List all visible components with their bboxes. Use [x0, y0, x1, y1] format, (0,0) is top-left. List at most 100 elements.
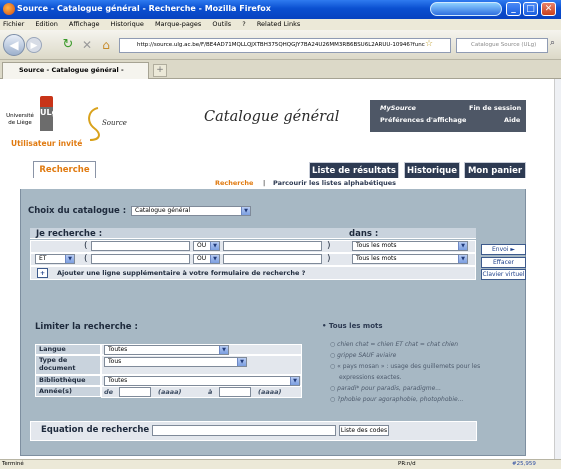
menu-help[interactable]: ? [242, 20, 245, 28]
help-line-3b: expressions exactes. [339, 374, 402, 381]
end-session-link[interactable]: Fin de session [469, 104, 521, 112]
navigation-toolbar: ◀ ▶ ↻ ✕ ⌂ http://source.ulg.ac.be/F/BE4A… [0, 30, 561, 60]
sub-navigation: Recherche | Parcourir les listes alphabé… [20, 178, 526, 189]
equation-label: Equation de recherche : [41, 425, 156, 435]
ulg-name: Université de Liège [6, 113, 34, 126]
equation-input[interactable] [152, 425, 336, 436]
menu-affichage[interactable]: Affichage [69, 20, 100, 28]
limit-search-label: Limiter la recherche : [35, 322, 138, 332]
chevron-down-icon: ▼ [210, 242, 219, 250]
mysource-link[interactable]: MySource [380, 104, 416, 112]
search-term-1-input[interactable] [91, 241, 190, 251]
chevron-down-icon: ▼ [458, 242, 467, 250]
search-term-2-input[interactable] [223, 241, 322, 251]
menu-outils[interactable]: Outils [212, 20, 231, 28]
year-from-input[interactable] [119, 387, 151, 397]
code-list-button[interactable]: Liste des codes [339, 425, 389, 436]
langue-select[interactable]: Toutes ▼ [104, 345, 229, 355]
bibliotheque-select[interactable]: Toutes ▼ [104, 376, 300, 386]
help-line-5-text: ?phobie pour agoraphobie, photophobie... [337, 396, 464, 403]
source-logo: Source [80, 104, 135, 144]
menu-marque-pages[interactable]: Marque-pages [155, 20, 201, 28]
langue-select-value: Toutes [108, 346, 128, 353]
field-select-2-value: Tous les mots [356, 255, 397, 262]
new-tab-button[interactable]: + [153, 64, 167, 77]
boolean-select-2[interactable]: ET ▼ [35, 254, 75, 264]
reload-icon[interactable]: ↻ [60, 37, 76, 53]
bookmark-star-icon[interactable]: ☆ [425, 39, 433, 49]
window-title: Source - Catalogue général - Recherche -… [17, 4, 271, 13]
close-button[interactable]: ✕ [541, 2, 556, 16]
operator-select-1[interactable]: OU ▼ [193, 241, 220, 251]
vertical-scrollbar[interactable] [554, 79, 561, 459]
year-from-format: (aaaa) [158, 388, 182, 396]
display-prefs-link[interactable]: Préférences d'affichage [380, 116, 466, 124]
help-line-2: ○ grippe SAUF aviaire [330, 352, 397, 359]
menu-related-links[interactable]: Related Links [257, 20, 300, 28]
field-select-1[interactable]: Tous les mots ▼ [352, 241, 468, 251]
year-to-input[interactable] [219, 387, 251, 397]
tab-cart[interactable]: Mon panier [464, 162, 526, 179]
catalog-title: Catalogue général [204, 109, 340, 125]
close-paren-1: ) [327, 241, 331, 251]
catalog-select-value: Catalogue général [135, 207, 191, 214]
help-link[interactable]: Aide [504, 116, 520, 124]
help-panel-title-text: Tous les mots [328, 322, 383, 330]
home-icon[interactable]: ⌂ [98, 37, 114, 53]
menu-edition[interactable]: Edition [35, 20, 58, 28]
type-select[interactable]: Tous ▼ [104, 357, 247, 367]
forward-button[interactable]: ▶ [26, 37, 42, 53]
back-button[interactable]: ◀ [3, 34, 25, 56]
search-bar[interactable]: Catalogue Source (ULg) [456, 38, 548, 53]
subnav-browse-lists[interactable]: Parcourir les listes alphabétiques [273, 178, 396, 189]
stop-icon[interactable]: ✕ [79, 37, 95, 53]
ulg-logo: ULg [40, 107, 57, 131]
annee-label: Année(s) [35, 386, 101, 397]
search-icon[interactable]: ⌕ [550, 38, 555, 48]
clear-button[interactable]: Effacer [481, 257, 526, 268]
maximize-button[interactable]: □ [523, 2, 538, 16]
status-text: Terminé [2, 461, 24, 467]
operator-select-1-value: OU [197, 242, 207, 249]
virtual-keyboard-button[interactable]: Clavier virtuel [481, 269, 526, 280]
window-titlebar: Source - Catalogue général - Recherche -… [0, 0, 561, 19]
url-bar[interactable]: http://source.ulg.ac.be/F/BE4AD71MQLLQJX… [119, 38, 451, 53]
chevron-down-icon: ▼ [290, 377, 299, 385]
search-term-4-input[interactable] [223, 254, 322, 264]
field-select-2[interactable]: Tous les mots ▼ [352, 254, 468, 264]
menu-fichier[interactable]: Fichier [3, 20, 24, 28]
user-status: Utilisateur invité [11, 139, 83, 148]
minimize-button[interactable]: _ [506, 2, 521, 16]
tab-history[interactable]: Historique [404, 162, 460, 179]
langue-label: Langue [35, 344, 101, 355]
chevron-down-icon: ▼ [241, 207, 250, 215]
menu-bar: Fichier Edition Affichage Historique Mar… [0, 19, 561, 30]
help-line-4: ○ paradi* pour paradis, paradigme... [330, 385, 442, 392]
help-panel-title: • Tous les mots [322, 322, 383, 330]
operator-select-2[interactable]: OU ▼ [193, 254, 220, 264]
search-term-3-input[interactable] [91, 254, 190, 264]
tab-results[interactable]: Liste de résultats [309, 162, 399, 179]
add-line-icon[interactable]: + [37, 268, 48, 278]
status-bar: Terminé PR:n/d #25,959 [0, 459, 561, 469]
catalog-select[interactable]: Catalogue général ▼ [131, 206, 251, 216]
help-line-4-text: paradi* pour paradis, paradigme... [337, 385, 442, 392]
chevron-down-icon: ▼ [458, 255, 467, 263]
open-paren-2: ( [84, 254, 88, 264]
chevron-down-icon: ▼ [237, 358, 246, 366]
add-line-link[interactable]: Ajouter une ligne supplémentaire à votre… [57, 269, 305, 277]
tab-bar: Source - Catalogue général - Recher... + [0, 60, 561, 89]
je-recherche-label: Je recherche : [36, 229, 103, 239]
subnav-recherche[interactable]: Recherche [215, 178, 253, 189]
browser-tab-active[interactable]: Source - Catalogue général - Recher... [2, 62, 149, 89]
boolean-select-2-value: ET [39, 255, 47, 262]
submit-button[interactable]: Envoi ► [481, 244, 526, 255]
help-line-3-text: « pays mosan » : usage des guillemets po… [337, 363, 481, 370]
status-pr: PR:n/d [398, 461, 416, 467]
tray-badge [430, 2, 502, 16]
operator-select-2-value: OU [197, 255, 207, 262]
type-select-value: Tous [108, 358, 122, 365]
menu-historique[interactable]: Historique [111, 20, 144, 28]
chevron-down-icon: ▼ [65, 255, 74, 263]
source-logo-text: Source [102, 119, 127, 127]
